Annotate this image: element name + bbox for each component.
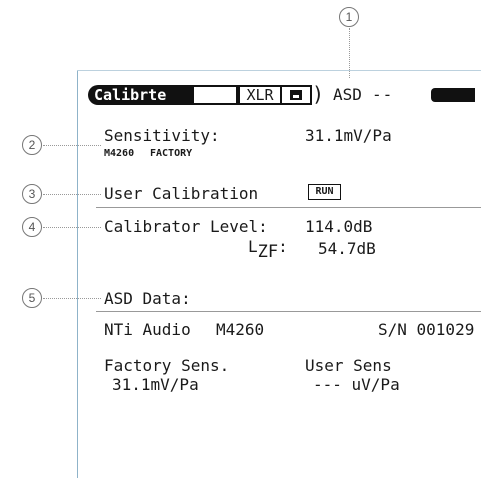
bracket-glyph: ): [312, 82, 325, 106]
lzf-label-colon: :: [278, 237, 288, 256]
factory-sens-value: 31.1mV/Pa: [112, 375, 199, 394]
calibrator-level-label: Calibrator Level:: [104, 217, 268, 236]
sensitivity-source: FACTORY: [150, 148, 193, 159]
lzf-label-sub: ZF: [257, 242, 279, 262]
device-icon: [282, 85, 312, 105]
mic-model: M4260: [104, 148, 135, 159]
run-button[interactable]: RUN: [308, 184, 341, 200]
mode-tab[interactable]: Calibrte: [88, 85, 194, 105]
user-sens-value: --- uV/Pa: [313, 375, 400, 394]
sensitivity-label: Sensitivity:: [104, 126, 220, 145]
user-calibration-label: User Calibration: [104, 184, 259, 203]
divider: [96, 311, 481, 312]
lzf-label-main: L: [248, 237, 258, 256]
asd-manufacturer: NTi Audio: [104, 320, 191, 339]
sensitivity-value: 31.1mV/Pa: [305, 126, 392, 145]
user-sens-label: User Sens: [305, 356, 392, 375]
callout-1-leader: [349, 28, 350, 78]
lzf-value: 54.7dB: [318, 239, 376, 258]
callout-3-leader: [43, 194, 101, 195]
battery-icon: [431, 88, 475, 102]
callout-5-leader: [43, 298, 101, 299]
calibrator-level-value: 114.0dB: [305, 217, 373, 236]
callout-4-leader: [43, 227, 101, 228]
asd-status: --: [372, 85, 394, 104]
screen-frame-top: [77, 70, 481, 71]
asd-serial: S/N 001029: [378, 320, 475, 339]
callout-3: 3: [22, 184, 42, 204]
callout-5: 5: [22, 288, 42, 308]
asd-label: ASD: [333, 85, 362, 104]
factory-sens-label: Factory Sens.: [104, 356, 230, 375]
lzf-label: LZF:: [248, 237, 288, 262]
mode-tab-blank: [194, 85, 238, 105]
asd-model: M4260: [216, 320, 265, 339]
screen-frame-left: [77, 70, 78, 478]
callout-2-leader: [43, 145, 101, 146]
asd-data-label: ASD Data:: [104, 289, 191, 308]
input-xlr-indicator[interactable]: XLR: [238, 85, 282, 105]
callout-1: 1: [339, 7, 359, 27]
callout-4: 4: [22, 217, 42, 237]
callout-2: 2: [22, 135, 42, 155]
divider: [96, 207, 481, 208]
